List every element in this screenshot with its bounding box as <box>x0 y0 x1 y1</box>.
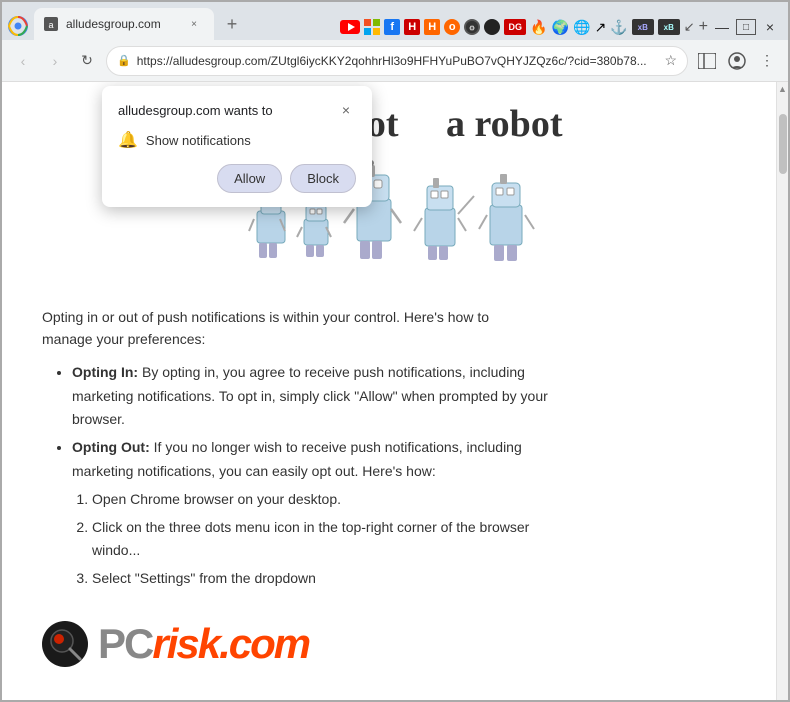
dg-icon[interactable]: DG <box>504 19 526 35</box>
popup-header: alludesgroup.com wants to × <box>118 100 356 120</box>
circle-icon1[interactable]: ⚙ <box>464 19 480 35</box>
back-btn[interactable]: ‹ <box>10 48 36 74</box>
browser-window: a alludesgroup.com × + <box>0 0 790 702</box>
icon-anchor[interactable]: ⚓ <box>610 19 627 36</box>
allow-button[interactable]: Allow <box>217 164 282 193</box>
pcrisk-icon <box>42 621 88 667</box>
popup-buttons: Allow Block <box>118 164 356 193</box>
h2-icon[interactable]: H <box>424 19 440 35</box>
svg-text:⚙: ⚙ <box>469 25 475 33</box>
step-1: Open Chrome browser on your desktop. <box>92 488 552 512</box>
icon-globe1[interactable]: 🌍 <box>552 19 569 36</box>
scroll-up-arrow[interactable]: ▲ <box>778 84 787 94</box>
circle-icon2[interactable] <box>484 19 500 35</box>
scrollbar[interactable]: ▲ <box>776 82 788 700</box>
nav-right-icons: ⋮ <box>694 48 780 74</box>
bullet-list: Opting In: By opting in, you agree to re… <box>72 361 552 591</box>
pcrisk-text: PCrisk.com <box>98 623 309 665</box>
icon-globe2[interactable]: 🌐 <box>573 19 590 36</box>
webpage: alludesgroup.com wants to × 🔔 Show notif… <box>2 82 776 700</box>
icon-arrow[interactable]: ↗ <box>595 19 607 36</box>
pcrisk-logo-area: PCrisk.com <box>42 621 736 667</box>
permission-text: Show notifications <box>146 133 251 148</box>
step-3: Select "Settings" from the dropdown <box>92 567 552 591</box>
window-close-btn[interactable]: × <box>760 19 780 35</box>
new-tab-btn[interactable]: + <box>216 8 248 40</box>
url-text: https://alludesgroup.com/ZUtgl6iycKKY2qo… <box>137 54 659 68</box>
o-icon[interactable]: o <box>444 19 460 35</box>
nav-bar: ‹ › ↻ 🔒 https://alludesgroup.com/ZUtgl6i… <box>2 40 788 82</box>
profile-icon[interactable] <box>724 48 750 74</box>
body-text: Opting in or out of push notifications i… <box>42 306 542 351</box>
bullet-item-2: Opting Out: If you no longer wish to rec… <box>72 436 552 591</box>
tab-bar: a alludesgroup.com × + <box>2 2 788 40</box>
tab-title: alludesgroup.com <box>66 17 161 31</box>
minimize-btn[interactable]: — <box>712 19 732 35</box>
bullet-item-1: Opting In: By opting in, you agree to re… <box>72 361 552 432</box>
ms-icon[interactable] <box>364 19 380 35</box>
facebook-icon[interactable]: f <box>384 19 400 35</box>
chrome-icon <box>8 16 28 36</box>
kb1-icon[interactable]: xB <box>632 19 654 35</box>
icon-flame[interactable]: 🔥 <box>530 19 547 36</box>
svg-text:a: a <box>48 20 53 30</box>
heading-part2: a robot <box>446 103 562 145</box>
menu-btn[interactable]: ⋮ <box>754 48 780 74</box>
tab-close-btn[interactable]: × <box>186 16 202 32</box>
popup-title: alludesgroup.com wants to <box>118 103 273 118</box>
icon-left-arrow[interactable]: ↙ <box>684 19 695 35</box>
bullet1-bold: Opting In: <box>72 364 138 380</box>
active-tab[interactable]: a alludesgroup.com × <box>34 8 214 40</box>
bullet2-bold: Opting Out: <box>72 439 150 455</box>
bell-icon: 🔔 <box>118 130 138 150</box>
tab-favicon: a <box>44 17 58 31</box>
popup-close-btn[interactable]: × <box>336 100 356 120</box>
lock-icon: 🔒 <box>117 54 131 67</box>
reload-btn[interactable]: ↻ <box>74 48 100 74</box>
add-tab-icon[interactable]: + <box>699 18 708 36</box>
tab-bar-icons: f H H o ⚙ DG 🔥 🌍 🌐 ↗ ⚓ xB xB ↙ <box>340 18 788 40</box>
popup-permission-row: 🔔 Show notifications <box>118 130 356 150</box>
forward-btn[interactable]: › <box>42 48 68 74</box>
maximize-btn[interactable]: □ <box>736 19 756 35</box>
bullet1-text: By opting in, you agree to receive push … <box>72 364 548 428</box>
address-bar[interactable]: 🔒 https://alludesgroup.com/ZUtgl6iycKKY2… <box>106 46 688 76</box>
step-2: Click on the three dots menu icon in the… <box>92 516 552 564</box>
h-icon[interactable]: H <box>404 19 420 35</box>
youtube-icon[interactable] <box>340 20 360 34</box>
content-area: alludesgroup.com wants to × 🔔 Show notif… <box>2 82 788 700</box>
block-button[interactable]: Block <box>290 164 356 193</box>
scrollbar-thumb[interactable] <box>779 114 787 174</box>
kb2-icon[interactable]: xB <box>658 19 680 35</box>
notification-popup: alludesgroup.com wants to × 🔔 Show notif… <box>102 86 372 207</box>
sidebar-btn[interactable] <box>694 48 720 74</box>
bookmark-icon[interactable]: ☆ <box>664 52 677 69</box>
